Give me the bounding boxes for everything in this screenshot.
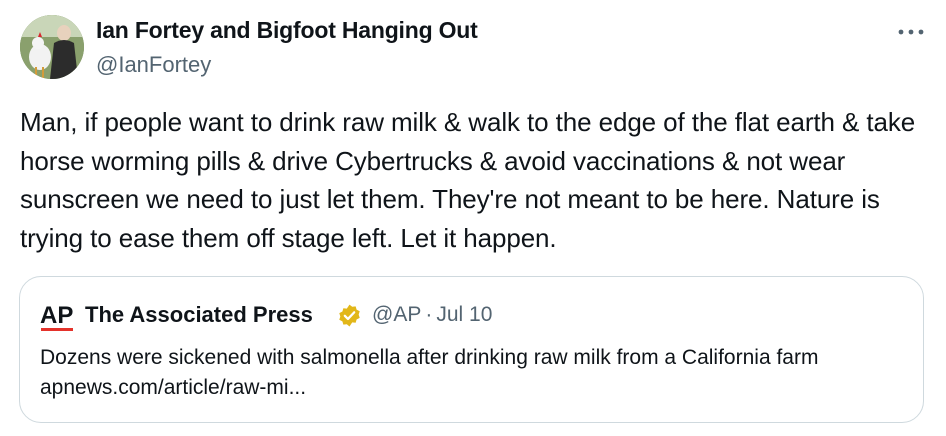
quoted-handle-and-date: @AP · Jul 10 — [372, 303, 492, 327]
ap-logo-text: AP — [40, 302, 73, 329]
separator-dot: · — [425, 303, 433, 326]
ap-logo-underline — [41, 328, 73, 331]
gold-verified-badge-icon — [337, 303, 362, 328]
quoted-date[interactable]: Jul 10 — [436, 303, 492, 326]
more-options-button[interactable] — [896, 22, 926, 42]
avatar-photo-icon — [20, 15, 84, 79]
more-horizontal-icon — [898, 29, 924, 35]
author-avatar[interactable] — [20, 15, 84, 79]
author-handle[interactable]: @IanFortey — [96, 52, 211, 78]
ap-logo: AP — [40, 302, 74, 332]
tweet-card: Ian Fortey and Bigfoot Hanging Out @IanF… — [0, 0, 946, 436]
quoted-tweet[interactable]: AP The Associated Press @AP · Jul 10 Dozen… — [19, 276, 924, 423]
author-display-name[interactable]: Ian Fortey and Bigfoot Hanging Out — [96, 17, 478, 44]
quoted-tweet-text: Dozens were sickened with salmonella aft… — [40, 346, 819, 399]
quoted-display-name: The Associated Press — [85, 302, 313, 327]
tweet-text: Man, if people want to drink raw milk & … — [20, 107, 916, 253]
quoted-handle: @AP — [372, 303, 422, 326]
